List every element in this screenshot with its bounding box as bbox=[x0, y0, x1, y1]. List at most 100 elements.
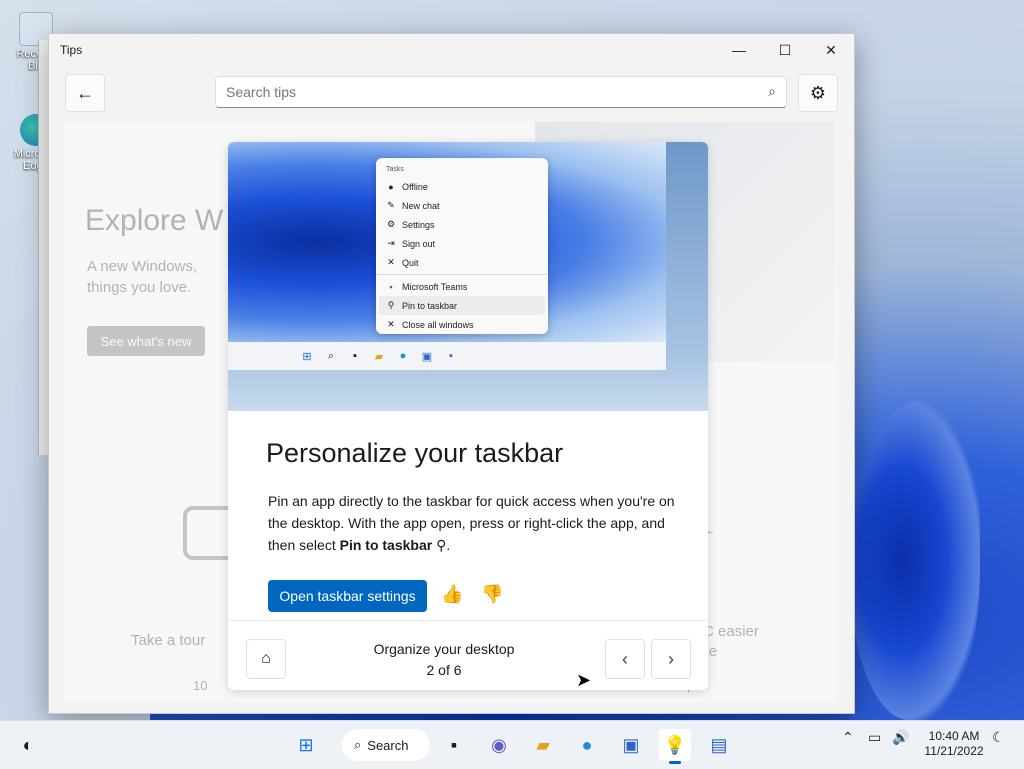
taskbar: ◐ ⊞ ⌕ Search ▪ ◉ ▰ ● ▣ 💡 ▤ ⌃ ▭ 🔊 10:40 A… bbox=[0, 720, 1024, 769]
settings-button[interactable]: ⚙ bbox=[798, 74, 838, 112]
tip-pager: ⌂ Organize your desktop 2 of 6 ‹ › bbox=[228, 620, 708, 690]
widgets-icon[interactable]: ◐ bbox=[12, 729, 44, 761]
close-button[interactable]: ✕ bbox=[808, 34, 854, 66]
home-icon: ⌂ bbox=[261, 650, 271, 667]
tip-title: Personalize your taskbar bbox=[266, 438, 564, 468]
next-button[interactable]: › bbox=[651, 639, 691, 679]
screenshot-taskbar: ⊞ ⌕ ▪ ▰ ● ▣ ▪ bbox=[228, 342, 666, 370]
see-whats-new-button[interactable]: See what's new bbox=[87, 326, 205, 356]
network-icon[interactable]: ▭ bbox=[868, 729, 881, 746]
status-dot-icon: ● bbox=[388, 181, 394, 192]
store-icon[interactable]: ▣ bbox=[615, 729, 647, 761]
task-view-icon: ▪ bbox=[353, 350, 357, 362]
close-icon: ✕ bbox=[387, 319, 395, 329]
sign-out-icon: ⇥ bbox=[387, 238, 395, 248]
tip-description: Pin an app directly to the taskbar for q… bbox=[268, 490, 678, 556]
toolbar: ← ⌕ ⚙ bbox=[65, 74, 838, 112]
menu-item-pin-to-taskbar: ⚲ Pin to taskbar bbox=[379, 296, 545, 315]
edit-icon: ✎ bbox=[387, 200, 395, 210]
edge-icon[interactable]: ● bbox=[571, 729, 603, 761]
gear-icon: ⚙ bbox=[809, 82, 827, 103]
teams-icon: ▪ bbox=[389, 281, 393, 292]
mouse-cursor-icon: ➤ bbox=[576, 670, 592, 690]
tour-label: Take a tour bbox=[131, 632, 206, 649]
maximize-button[interactable]: ☐ bbox=[762, 34, 808, 66]
menu-separator bbox=[376, 274, 548, 275]
search-icon: ⌕ bbox=[354, 737, 362, 752]
wallpaper-bloom bbox=[850, 400, 980, 720]
chevron-left-icon: ‹ bbox=[622, 648, 628, 669]
teams-icon: ▪ bbox=[449, 350, 453, 362]
background-subtext: A new Windows, things you love. bbox=[87, 258, 198, 296]
menu-item-label: Quit bbox=[402, 257, 419, 268]
pager-count: 2 of 6 bbox=[426, 662, 462, 678]
search-icon: ⌕ bbox=[327, 349, 335, 362]
pager-section-title: Organize your desktop bbox=[373, 641, 515, 657]
content-area: Explore W A new Windows, things you love… bbox=[65, 122, 837, 702]
menu-item-sign-out: ⇥ Sign out bbox=[376, 234, 548, 253]
title-bar: Tips — ☐ ✕ bbox=[49, 34, 854, 66]
start-icon: ⊞ bbox=[302, 350, 312, 363]
taskbar-search-button[interactable]: ⌕ Search bbox=[342, 729, 430, 761]
menu-item-label: Close all windows bbox=[402, 319, 474, 330]
close-icon: ✕ bbox=[825, 41, 837, 58]
thumbs-down-icon[interactable]: 👎 bbox=[481, 584, 503, 605]
close-icon: ✕ bbox=[387, 257, 395, 267]
open-taskbar-settings-button[interactable]: Open taskbar settings bbox=[268, 580, 427, 612]
gear-icon: ⚙ bbox=[386, 219, 396, 229]
file-explorer-icon[interactable]: ▰ bbox=[527, 729, 559, 761]
tip-card: Tasks ● Offline ✎ New chat ⚙ Settings ⇥ Sign… bbox=[228, 142, 708, 690]
menu-item-settings: ⚙ Settings bbox=[376, 215, 548, 234]
tip-description-bold: Pin to taskbar bbox=[339, 537, 433, 553]
search-input[interactable] bbox=[216, 77, 728, 107]
menu-item-close-all: ✕ Close all windows bbox=[376, 315, 548, 334]
edge-icon: ● bbox=[399, 350, 407, 362]
app-window-icon[interactable]: ▤ bbox=[703, 729, 735, 761]
taskbar-screenshot: Tasks ● Offline ✎ New chat ⚙ Settings ⇥ Sign… bbox=[228, 142, 666, 370]
active-app-indicator bbox=[669, 761, 681, 764]
chevron-up-icon[interactable]: ⌃ bbox=[842, 729, 854, 746]
tips-app-icon[interactable]: 💡 bbox=[659, 729, 691, 764]
menu-item-offline: ● Offline bbox=[376, 177, 548, 196]
previous-button[interactable]: ‹ bbox=[605, 639, 645, 679]
chat-icon[interactable]: ◉ bbox=[483, 729, 515, 761]
system-clock[interactable]: 10:40 AM 11/21/2022 bbox=[918, 729, 990, 759]
tip-description-text: Pin an app directly to the taskbar for q… bbox=[268, 493, 675, 553]
start-button-icon[interactable]: ⊞ bbox=[290, 729, 322, 761]
menu-item-quit: ✕ Quit bbox=[376, 253, 548, 272]
thumbs-up-icon[interactable]: 👍 bbox=[441, 584, 463, 605]
focus-assist-icon[interactable]: ☾ bbox=[992, 729, 1005, 746]
taskbar-search-label: Search bbox=[367, 737, 409, 753]
menu-item-label: Settings bbox=[402, 219, 435, 230]
pin-icon: ⚲ bbox=[387, 300, 395, 310]
maximize-icon: ☐ bbox=[778, 41, 792, 58]
clock-date: 11/21/2022 bbox=[924, 744, 984, 758]
jump-list-header: Tasks bbox=[386, 166, 404, 173]
menu-item-teams: ▪ Microsoft Teams bbox=[376, 277, 548, 296]
back-button[interactable]: ← bbox=[65, 74, 105, 112]
tour-count: 10 bbox=[193, 678, 208, 693]
store-icon: ▣ bbox=[421, 350, 433, 363]
menu-item-new-chat: ✎ New chat bbox=[376, 196, 548, 215]
search-box: ⌕ bbox=[215, 76, 787, 108]
search-icon[interactable]: ⌕ bbox=[768, 83, 776, 100]
menu-item-label: Sign out bbox=[402, 238, 436, 249]
clock-time: 10:40 AM bbox=[928, 729, 980, 743]
back-arrow-icon: ← bbox=[76, 82, 94, 103]
menu-item-label: Pin to taskbar bbox=[402, 300, 458, 311]
volume-icon[interactable]: 🔊 bbox=[892, 729, 909, 746]
menu-item-label: Microsoft Teams bbox=[402, 281, 468, 292]
tip-description-end: ⚲. bbox=[432, 537, 451, 553]
window-title: Tips bbox=[60, 43, 83, 57]
background-heading: Explore W bbox=[85, 204, 224, 237]
chevron-right-icon: › bbox=[668, 648, 674, 669]
folder-icon: ▰ bbox=[374, 350, 384, 363]
menu-item-label: Offline bbox=[402, 181, 428, 192]
jump-list-menu: Tasks ● Offline ✎ New chat ⚙ Settings ⇥ Sign… bbox=[376, 158, 548, 334]
home-button[interactable]: ⌂ bbox=[246, 639, 286, 679]
task-view-icon[interactable]: ▪ bbox=[438, 729, 470, 761]
minimize-icon: — bbox=[732, 42, 746, 58]
tip-hero-image: Tasks ● Offline ✎ New chat ⚙ Settings ⇥ Sign… bbox=[228, 142, 708, 411]
minimize-button[interactable]: — bbox=[716, 34, 762, 66]
tips-window: Tips — ☐ ✕ ← ⌕ ⚙ Explore W A new Windows… bbox=[48, 33, 855, 714]
